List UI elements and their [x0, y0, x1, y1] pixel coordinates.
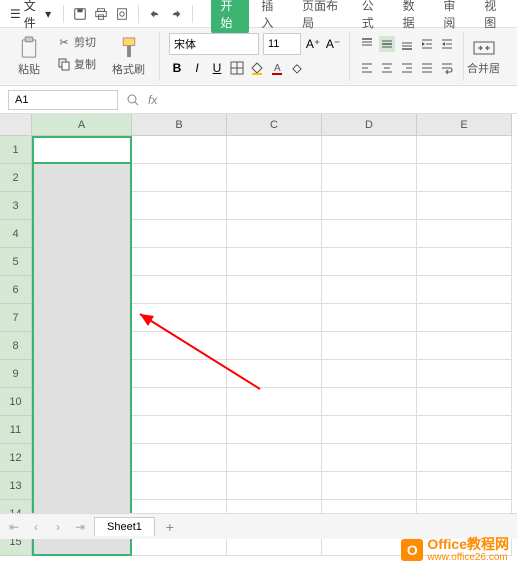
decrease-indent-icon[interactable] [419, 36, 435, 52]
watermark-logo: O [401, 539, 423, 561]
prev-sheet-icon[interactable]: ‹ [28, 519, 44, 535]
cut-button[interactable]: ✂ 剪切 [52, 32, 100, 52]
tab-review[interactable]: 审阅 [433, 0, 472, 34]
select-all-corner[interactable] [0, 114, 32, 136]
row-header[interactable]: 11 [0, 416, 32, 444]
last-sheet-icon[interactable]: ⇥ [72, 519, 88, 535]
row-header[interactable]: 2 [0, 164, 32, 192]
clear-format-icon[interactable]: ◇ [289, 60, 305, 76]
decrease-font-icon[interactable]: A⁻ [325, 36, 341, 52]
col-header-c[interactable]: C [227, 114, 322, 136]
increase-font-icon[interactable]: A⁺ [305, 36, 321, 52]
align-center-icon[interactable] [379, 60, 395, 76]
row-headers: 1 2 3 4 5 6 7 8 9 10 11 12 13 14 15 [0, 136, 32, 556]
hamburger-icon: ☰ [10, 7, 21, 21]
fill-color-button[interactable] [249, 60, 265, 76]
row-header[interactable]: 10 [0, 388, 32, 416]
paste-button[interactable]: 粘贴 [12, 32, 46, 81]
font-color-button[interactable]: A [269, 60, 285, 76]
merge-button[interactable]: 合并居 [465, 32, 502, 81]
align-top-icon[interactable] [359, 36, 375, 52]
row-header[interactable]: 4 [0, 220, 32, 248]
align-right-icon[interactable] [399, 60, 415, 76]
cells[interactable] [32, 136, 512, 556]
watermark: O Office教程网 www.office26.com [401, 537, 509, 563]
row-header[interactable]: 7 [0, 304, 32, 332]
tab-start[interactable]: 开始 [211, 0, 250, 34]
divider [192, 5, 193, 23]
row-header[interactable]: 6 [0, 276, 32, 304]
divider [138, 5, 139, 23]
merge-label: 合并居 [467, 60, 500, 76]
grid-area: A B C D E 1 2 3 4 5 6 7 8 9 10 11 12 13 … [0, 114, 517, 556]
paste-label: 粘贴 [18, 61, 40, 77]
align-middle-icon[interactable] [379, 36, 395, 52]
row-header[interactable]: 12 [0, 444, 32, 472]
row-header[interactable]: 9 [0, 360, 32, 388]
divider [63, 5, 64, 23]
first-sheet-icon[interactable]: ⇤ [6, 519, 22, 535]
add-sheet-button[interactable]: + [161, 518, 179, 536]
search-fn-icon[interactable] [126, 93, 140, 107]
svg-text:A: A [274, 63, 281, 74]
justify-icon[interactable] [419, 60, 435, 76]
copy-label: 复制 [74, 56, 96, 72]
col-header-d[interactable]: D [322, 114, 417, 136]
border-button[interactable] [229, 60, 245, 76]
watermark-text: Office教程网 www.office26.com [427, 537, 509, 563]
formula-bar: A1 fx [0, 86, 517, 114]
row-header[interactable]: 13 [0, 472, 32, 500]
clipboard-group: 粘贴 ✂ 剪切 复制 格式刷 [4, 32, 160, 81]
ribbon-tabs: 开始 插入 页面布局 公式 数据 审阅 视图 [211, 0, 514, 34]
format-painter-label: 格式刷 [112, 61, 145, 77]
grid-body: 1 2 3 4 5 6 7 8 9 10 11 12 13 14 15 [0, 136, 517, 556]
align-bottom-icon[interactable] [399, 36, 415, 52]
italic-button[interactable]: I [189, 60, 205, 76]
watermark-title: Office教程网 [427, 537, 509, 552]
bold-button[interactable]: B [169, 60, 185, 76]
tab-formula[interactable]: 公式 [352, 0, 391, 34]
print-preview-icon[interactable] [113, 3, 132, 25]
file-menu[interactable]: ☰ 文件 ▾ [4, 0, 57, 33]
next-sheet-icon[interactable]: › [50, 519, 66, 535]
watermark-url: www.office26.com [427, 552, 509, 563]
cut-label: 剪切 [74, 34, 96, 50]
scissors-icon: ✂ [56, 34, 72, 50]
tab-page-layout[interactable]: 页面布局 [292, 0, 350, 34]
name-box[interactable]: A1 [8, 90, 118, 110]
font-size-combo[interactable]: 11 [263, 33, 301, 55]
row-header[interactable]: 5 [0, 248, 32, 276]
fx-area: fx [126, 93, 157, 107]
font-name-combo[interactable]: 宋体 [169, 33, 259, 55]
col-header-b[interactable]: B [132, 114, 227, 136]
increase-indent-icon[interactable] [439, 36, 455, 52]
sheet-tab-active[interactable]: Sheet1 [94, 517, 155, 536]
row-header[interactable]: 3 [0, 192, 32, 220]
dropdown-icon: ▾ [45, 7, 51, 21]
file-label: 文件 [24, 0, 42, 31]
underline-button[interactable]: U [209, 60, 225, 76]
save-icon[interactable] [70, 3, 89, 25]
row-header[interactable]: 1 [0, 136, 32, 164]
redo-icon[interactable] [166, 3, 185, 25]
copy-button[interactable]: 复制 [52, 54, 100, 74]
tab-data[interactable]: 数据 [393, 0, 432, 34]
align-group [351, 32, 464, 81]
align-left-icon[interactable] [359, 60, 375, 76]
ribbon: 粘贴 ✂ 剪切 复制 格式刷 宋体 11 A⁺ A⁻ [0, 28, 517, 86]
col-header-a[interactable]: A [32, 114, 132, 136]
column-headers: A B C D E [0, 114, 517, 136]
tab-insert[interactable]: 插入 [251, 0, 290, 34]
tab-view[interactable]: 视图 [474, 0, 513, 34]
undo-icon[interactable] [145, 3, 164, 25]
print-icon[interactable] [91, 3, 110, 25]
format-painter-button[interactable]: 格式刷 [106, 32, 151, 81]
row-header[interactable]: 8 [0, 332, 32, 360]
font-group: 宋体 11 A⁺ A⁻ B I U A ◇ [161, 32, 350, 81]
col-header-e[interactable]: E [417, 114, 512, 136]
wrap-text-icon[interactable] [439, 60, 455, 76]
copy-icon [56, 56, 72, 72]
menu-bar: ☰ 文件 ▾ 开始 插入 页面布局 公式 数据 审阅 视图 [0, 0, 517, 28]
fx-icon[interactable]: fx [148, 93, 157, 107]
